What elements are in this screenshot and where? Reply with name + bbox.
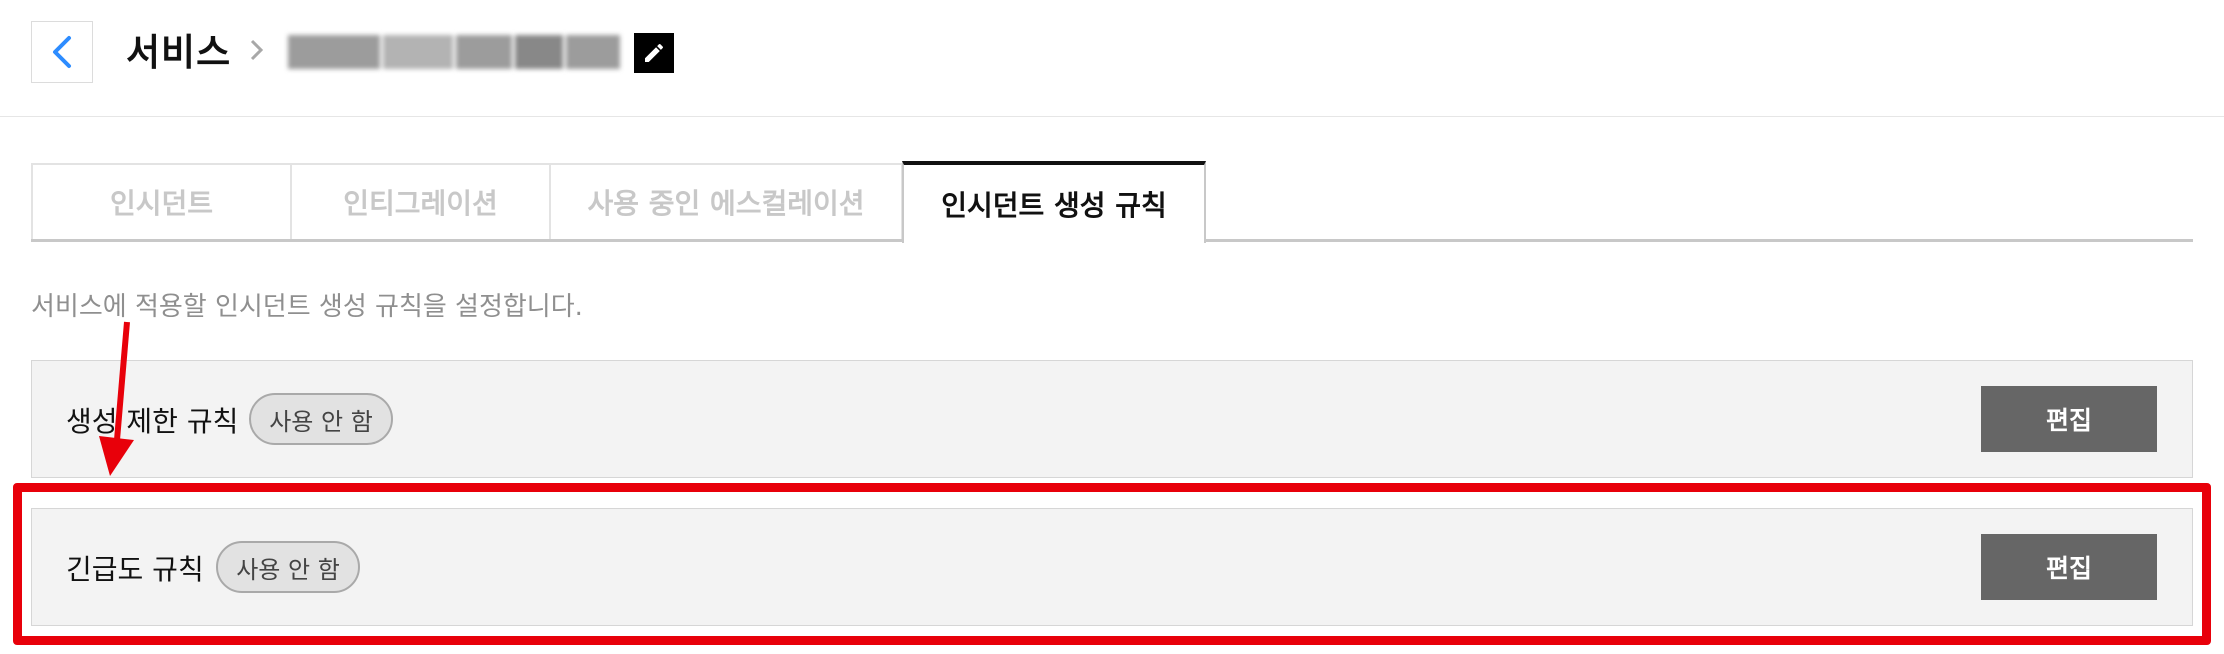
service-name-redacted [288, 35, 620, 69]
page-header: 서비스 [0, 0, 2224, 117]
tab-bar: 인시던트 인티그레이션 사용 중인 에스컬레이션 인시던트 생성 규칙 [31, 161, 2193, 243]
status-badge: 사용 안 함 [249, 393, 393, 445]
edit-button[interactable]: 편집 [1981, 386, 2157, 452]
tab-integrations[interactable]: 인티그레이션 [290, 163, 551, 239]
chevron-left-icon [53, 36, 71, 68]
tab-escalations-in-use[interactable]: 사용 중인 에스컬레이션 [549, 163, 903, 239]
section-description: 서비스에 적용할 인시던트 생성 규칙을 설정합니다. [31, 292, 583, 322]
page-title: 서비스 [126, 31, 232, 74]
status-badge: 사용 안 함 [216, 541, 360, 593]
chevron-right-icon [250, 39, 264, 61]
edit-button[interactable]: 편집 [1981, 534, 2157, 600]
tab-incidents[interactable]: 인시던트 [31, 163, 292, 239]
tab-incident-creation-rules[interactable]: 인시던트 생성 규칙 [902, 161, 1206, 243]
back-button[interactable] [31, 21, 93, 83]
pencil-icon [645, 43, 664, 62]
rule-name: 생성 제한 규칙 [66, 405, 239, 438]
rule-row-creation-limit: 생성 제한 규칙 사용 안 함 편집 [31, 360, 2193, 478]
rule-row-urgency: 긴급도 규칙 사용 안 함 편집 [31, 508, 2193, 626]
edit-service-name-button[interactable] [634, 33, 674, 73]
rule-name: 긴급도 규칙 [66, 553, 204, 586]
